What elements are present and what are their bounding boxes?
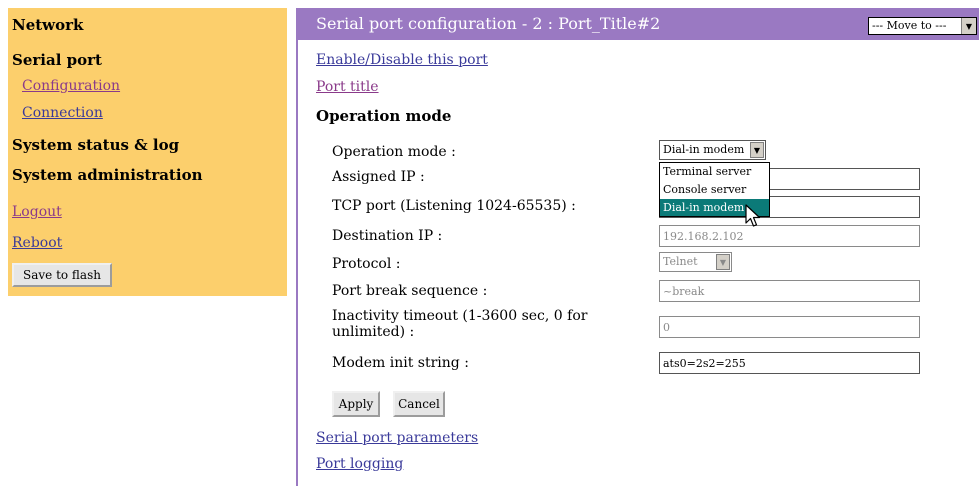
move-to-select[interactable]: --- Move to --- ▼: [868, 17, 977, 35]
sidebar-item-network[interactable]: Network: [12, 16, 83, 34]
page-header: Serial port configuration - 2 : Port_Tit…: [298, 8, 979, 40]
inactivity-timeout-field[interactable]: [659, 316, 920, 338]
chevron-down-icon[interactable]: ▼: [750, 142, 764, 158]
port-title-link[interactable]: Port title: [316, 79, 379, 95]
content-divider: [296, 8, 298, 486]
destination-ip-field[interactable]: [659, 225, 920, 247]
sidebar-item-serial-port[interactable]: Serial port: [12, 51, 102, 69]
inactivity-label-line1: Inactivity timeout (1-3600 sec, 0 for: [332, 308, 588, 324]
option-console-server[interactable]: Console server: [660, 181, 769, 198]
page-title: Serial port configuration - 2 : Port_Tit…: [316, 14, 661, 33]
inactivity-label-line2: unlimited) :: [332, 324, 415, 340]
enable-disable-port-link[interactable]: Enable/Disable this port: [316, 52, 488, 68]
destination-ip-label: Destination IP :: [332, 228, 443, 244]
sidebar-link-logout[interactable]: Logout: [12, 204, 62, 220]
section-title: Operation mode: [316, 107, 452, 125]
modem-init-label: Modem init string :: [332, 355, 469, 371]
tcp-port-label: TCP port (Listening 1024-65535) :: [332, 198, 576, 214]
protocol-value: Telnet: [663, 255, 698, 268]
sidebar-item-system-status[interactable]: System status & log: [12, 136, 179, 154]
mouse-pointer-icon: [745, 204, 761, 227]
protocol-select[interactable]: Telnet ▼: [659, 252, 732, 272]
inactivity-timeout-label: Inactivity timeout (1-3600 sec, 0 for un…: [332, 308, 587, 340]
apply-button[interactable]: Apply: [332, 391, 380, 417]
operation-mode-select[interactable]: Dial-in modem ▼: [659, 140, 766, 160]
save-to-flash-button[interactable]: Save to flash: [12, 263, 112, 287]
operation-mode-value: Dial-in modem: [663, 143, 745, 156]
port-break-field[interactable]: [659, 280, 920, 302]
operation-mode-label: Operation mode :: [332, 144, 456, 160]
serial-port-parameters-link[interactable]: Serial port parameters: [316, 430, 478, 446]
sidebar-item-system-admin[interactable]: System administration: [12, 166, 202, 184]
port-logging-link[interactable]: Port logging: [316, 456, 403, 472]
port-break-label: Port break sequence :: [332, 283, 488, 299]
modem-init-field[interactable]: [659, 352, 920, 374]
sidebar-link-configuration[interactable]: Configuration: [22, 78, 120, 94]
sidebar-link-connection[interactable]: Connection: [22, 105, 103, 121]
move-to-value: --- Move to ---: [872, 19, 947, 32]
option-terminal-server[interactable]: Terminal server: [660, 163, 769, 180]
chevron-down-icon[interactable]: ▼: [961, 18, 976, 34]
sidebar-nav: Network Serial port Configuration Connec…: [8, 8, 287, 296]
sidebar-link-reboot[interactable]: Reboot: [12, 235, 62, 251]
cancel-button[interactable]: Cancel: [393, 391, 445, 417]
chevron-down-icon[interactable]: ▼: [716, 254, 730, 270]
protocol-label: Protocol :: [332, 256, 401, 272]
assigned-ip-label: Assigned IP :: [332, 169, 425, 185]
